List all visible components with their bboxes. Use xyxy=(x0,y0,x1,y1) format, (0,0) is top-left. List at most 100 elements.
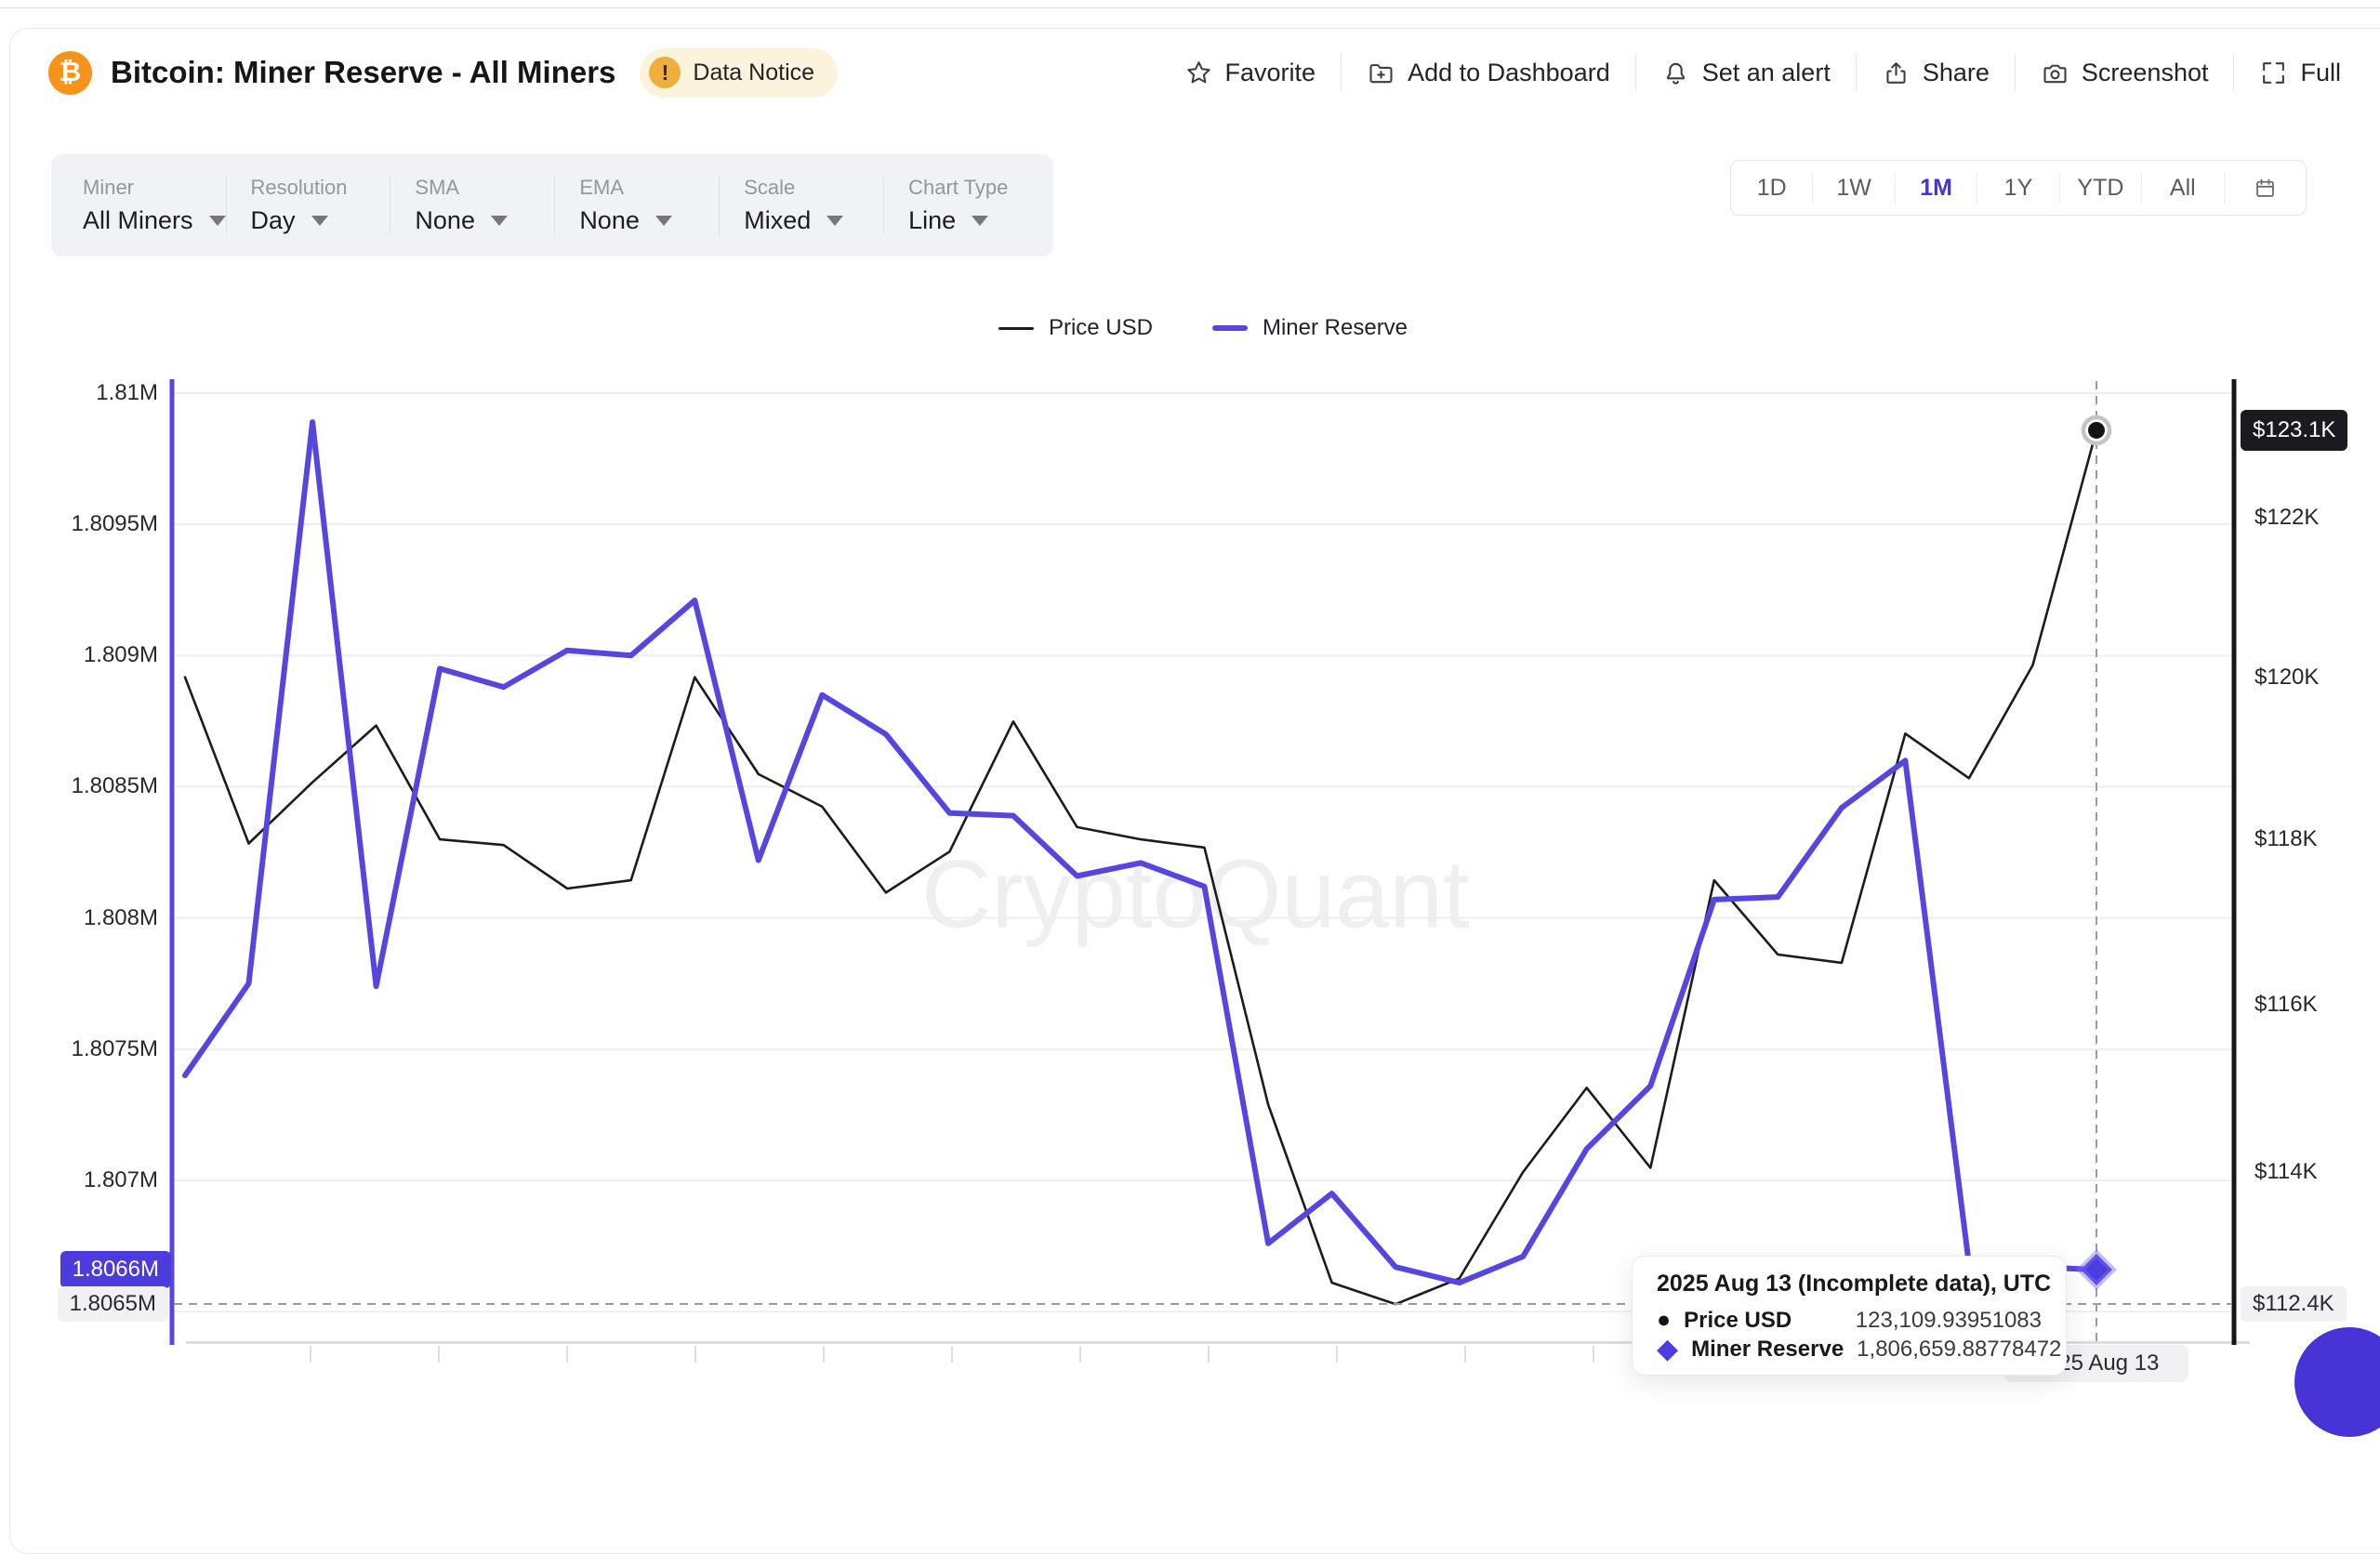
time-range-selector: 1D 1W 1M 1Y YTD All xyxy=(1730,160,2307,216)
set-alert-button[interactable]: Set an alert xyxy=(1661,59,1831,87)
price-line-swatch xyxy=(998,327,1034,330)
chart-type-value: Line xyxy=(908,206,956,235)
y-axis-tick-label: 1.807M xyxy=(84,1167,158,1193)
miner-reserve-last-value-badge: 1.8066M xyxy=(60,1251,171,1288)
range-1d[interactable]: 1D xyxy=(1731,172,1812,204)
legend-miner-reserve-label: Miner Reserve xyxy=(1263,315,1408,341)
miner-label: Miner xyxy=(83,176,226,200)
add-to-dashboard-button[interactable]: Add to Dashboard xyxy=(1367,59,1610,87)
tooltip-row-miner-reserve: ◆ Miner Reserve 1,806,659.88778472 xyxy=(1657,1335,2042,1363)
filter-divider xyxy=(554,177,555,234)
range-1m[interactable]: 1M xyxy=(1895,172,1977,204)
chart-type-dropdown[interactable]: Chart Type Line xyxy=(908,176,1048,235)
page-title: Bitcoin: Miner Reserve - All Miners xyxy=(111,55,615,90)
crosshair-reserve-badge: 1.8065M xyxy=(58,1286,168,1322)
share-icon xyxy=(1882,59,1911,87)
sma-dropdown[interactable]: SMA None xyxy=(415,176,554,235)
custom-date-range-button[interactable] xyxy=(2224,172,2306,204)
miner-dropdown[interactable]: Miner All Miners xyxy=(83,176,226,235)
set-alert-label: Set an alert xyxy=(1702,59,1831,87)
miner-reserve-last-point-marker xyxy=(2081,1254,2112,1285)
bell-icon xyxy=(1661,59,1690,87)
diamond-marker-icon: ◆ xyxy=(1657,1336,1678,1363)
y-axis-tick-label: $114K xyxy=(2254,1159,2318,1185)
filter-divider xyxy=(883,177,884,234)
price-usd-line xyxy=(185,430,2096,1304)
range-1y[interactable]: 1Y xyxy=(1977,172,2058,204)
add-to-dashboard-label: Add to Dashboard xyxy=(1408,59,1610,87)
tooltip-price-value: 123,109.93951083 xyxy=(1856,1308,2042,1334)
range-ytd[interactable]: YTD xyxy=(2059,172,2141,204)
toolbar: Favorite Add to Dashboard Set an alert S… xyxy=(1184,46,2341,99)
toolbar-divider xyxy=(2015,54,2016,91)
chevron-down-icon xyxy=(826,216,843,226)
header: ₿ Bitcoin: Miner Reserve - All Miners ! … xyxy=(48,46,838,99)
scale-dropdown[interactable]: Scale Mixed xyxy=(744,176,883,235)
price-last-value-badge: $123.1K xyxy=(2241,410,2347,451)
y-axis-tick-label: 1.8085M xyxy=(72,773,158,799)
range-1w[interactable]: 1W xyxy=(1812,172,1894,204)
legend: Price USD Miner Reserve xyxy=(172,313,2234,343)
toolbar-divider xyxy=(1635,54,1636,91)
chevron-down-icon xyxy=(209,216,226,226)
warning-icon: ! xyxy=(649,57,681,88)
chart-settings-bar: Miner All Miners Resolution Day SMA None… xyxy=(51,154,1053,257)
ema-value: None xyxy=(579,206,640,235)
folder-plus-icon xyxy=(1367,59,1395,87)
miner-reserve-line xyxy=(185,422,2096,1283)
share-button[interactable]: Share xyxy=(1882,59,1990,87)
ema-label: EMA xyxy=(579,176,719,200)
y-axis-tick-label: $118K xyxy=(2254,826,2318,852)
scale-label: Scale xyxy=(744,176,883,200)
calendar-icon xyxy=(2253,176,2278,201)
camera-icon xyxy=(2041,59,2069,87)
toolbar-divider xyxy=(1856,54,1857,91)
data-notice-label: Data Notice xyxy=(693,59,814,86)
star-icon xyxy=(1184,59,1213,87)
y-axis-tick-label: 1.8075M xyxy=(72,1036,158,1062)
tooltip-row-price: ● Price USD 123,109.93951083 xyxy=(1657,1306,2042,1335)
ema-dropdown[interactable]: EMA None xyxy=(579,176,719,235)
expand-icon xyxy=(2259,59,2288,87)
y-axis-tick-label: 1.8095M xyxy=(72,511,158,537)
chevron-down-icon xyxy=(655,216,672,226)
scale-value: Mixed xyxy=(744,206,811,235)
tooltip-date-title: 2025 Aug 13 (Incomplete data), UTC xyxy=(1657,1271,2042,1297)
chevron-down-icon xyxy=(311,216,328,226)
miner-value: All Miners xyxy=(83,206,193,235)
range-all[interactable]: All xyxy=(2141,172,2223,204)
y-axis-tick-label: 1.81M xyxy=(96,380,158,406)
resolution-dropdown[interactable]: Resolution Day xyxy=(251,176,390,235)
legend-item-price[interactable]: Price USD xyxy=(998,315,1153,341)
sma-value: None xyxy=(415,206,475,235)
favorite-button[interactable]: Favorite xyxy=(1184,59,1316,87)
share-label: Share xyxy=(1923,59,1990,87)
data-notice-badge[interactable]: ! Data Notice xyxy=(640,48,838,98)
legend-item-miner-reserve[interactable]: Miner Reserve xyxy=(1212,315,1408,341)
chart-type-label: Chart Type xyxy=(908,176,1048,200)
fullscreen-label: Full xyxy=(2300,59,2341,87)
tooltip-miner-reserve-value: 1,806,659.88778472 xyxy=(1857,1337,2061,1363)
chevron-down-icon xyxy=(972,216,988,226)
toolbar-divider xyxy=(1341,54,1342,91)
filter-divider xyxy=(226,177,227,234)
miner-reserve-line-swatch xyxy=(1212,325,1248,331)
favorite-label: Favorite xyxy=(1225,59,1316,87)
bitcoin-icon: ₿ xyxy=(48,51,92,95)
circle-marker-icon: ● xyxy=(1657,1309,1671,1332)
screenshot-label: Screenshot xyxy=(2082,59,2209,87)
chevron-down-icon xyxy=(491,216,508,226)
price-last-point-marker xyxy=(2088,422,2105,439)
resolution-label: Resolution xyxy=(251,176,390,200)
y-axis-tick-label: 1.809M xyxy=(84,642,158,668)
chart-tooltip: 2025 Aug 13 (Incomplete data), UTC ● Pri… xyxy=(1632,1256,2067,1376)
filter-divider xyxy=(719,177,720,234)
crosshair-price-badge: $112.4K xyxy=(2241,1286,2347,1322)
y-axis-tick-label: $120K xyxy=(2254,665,2319,691)
fullscreen-button[interactable]: Full xyxy=(2259,59,2341,87)
screenshot-button[interactable]: Screenshot xyxy=(2041,59,2209,87)
tooltip-miner-reserve-name: Miner Reserve xyxy=(1691,1337,1844,1363)
y-axis-tick-label: $122K xyxy=(2254,505,2319,531)
legend-price-label: Price USD xyxy=(1049,315,1153,341)
y-axis-tick-label: $116K xyxy=(2254,992,2318,1018)
